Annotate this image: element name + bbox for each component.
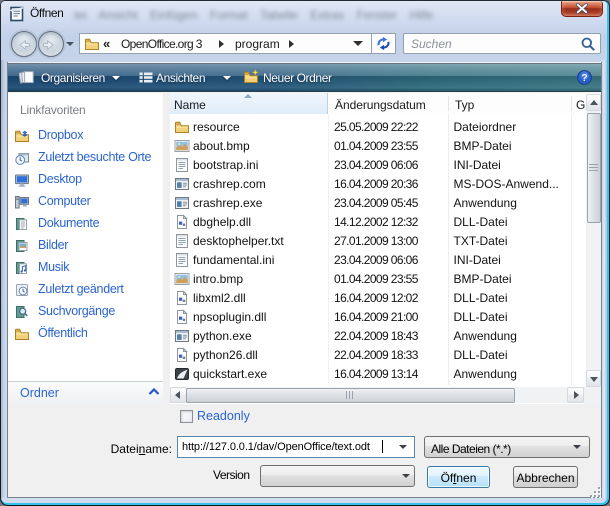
svg-text:?: ? — [581, 73, 587, 84]
